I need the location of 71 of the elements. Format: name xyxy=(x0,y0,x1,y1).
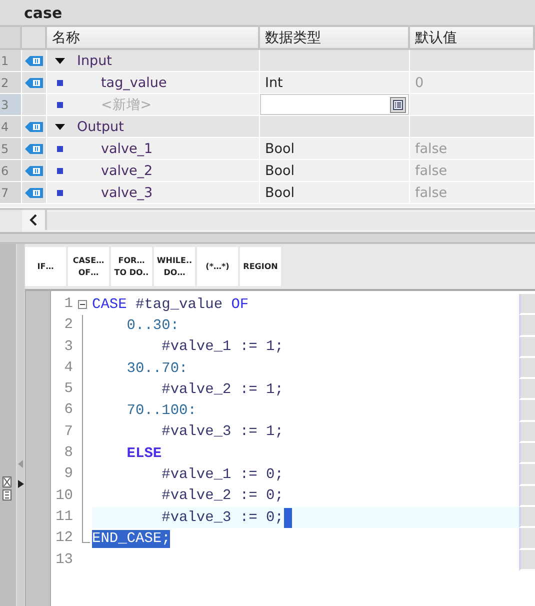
line-number: 10 xyxy=(54,486,73,506)
snippet-button[interactable]: FOR… TO DO.. xyxy=(111,247,152,286)
code-line: #valve_3 := 0; xyxy=(160,508,284,527)
text-cursor xyxy=(284,508,292,528)
code-line: #valve_1 := 0; xyxy=(160,466,284,484)
expand-toggle-icon[interactable] xyxy=(55,124,65,130)
scroll-left-button[interactable] xyxy=(22,210,47,230)
variable-name: tag_value xyxy=(101,74,167,90)
row-number: 7 xyxy=(0,182,22,203)
snippet-button[interactable]: (*…*) xyxy=(197,247,238,286)
member-icon xyxy=(57,168,63,174)
member-icon xyxy=(57,146,63,152)
snippet-button[interactable]: CASE… OF… xyxy=(68,247,109,286)
line-number: 2 xyxy=(63,316,73,336)
data-type: Int xyxy=(265,74,283,90)
snippet-button[interactable]: IF… xyxy=(25,247,66,286)
code-line: CASE #tag_value OF xyxy=(92,296,249,314)
row-number: 1 xyxy=(0,50,22,71)
line-number: 1 xyxy=(63,295,73,314)
data-type: Bool xyxy=(265,184,295,200)
list-button-icon[interactable] xyxy=(390,96,406,112)
expand-arrow-icon[interactable] xyxy=(18,480,24,488)
code-line: ELSE xyxy=(126,444,162,463)
member-icon xyxy=(57,190,63,196)
line-number: 3 xyxy=(63,338,73,357)
column-header[interactable]: 数据类型 xyxy=(260,27,410,48)
line-number: 11 xyxy=(54,508,73,527)
line-number: 4 xyxy=(63,358,73,378)
code-line: 70..100: xyxy=(126,402,196,420)
member-icon xyxy=(57,102,63,108)
group-name: Output xyxy=(77,118,124,134)
snippet-button[interactable]: WHILE.. DO… xyxy=(154,247,195,286)
line-number: 8 xyxy=(63,444,73,464)
default-value: false xyxy=(415,162,448,178)
default-value: false xyxy=(415,140,448,156)
member-icon xyxy=(57,80,63,86)
row-number: 6 xyxy=(0,160,22,181)
column-header[interactable]: 默认值 xyxy=(410,27,535,48)
panel-tool-icon[interactable] xyxy=(2,476,12,502)
variable-name: valve_1 xyxy=(101,140,153,156)
default-value: 0 xyxy=(415,74,424,90)
line-number: 13 xyxy=(54,550,73,570)
line-number: 9 xyxy=(63,465,73,484)
line-number: 6 xyxy=(63,401,73,420)
row-number: 3 xyxy=(0,94,22,115)
group-name: Input xyxy=(77,52,112,68)
collapse-icon[interactable] xyxy=(78,300,87,310)
type-input-field[interactable] xyxy=(260,94,409,115)
code-line: 0..30: xyxy=(126,316,180,335)
code-line: #valve_1 := 1; xyxy=(160,338,284,356)
line-number: 7 xyxy=(63,422,73,442)
column-header[interactable]: 名称 xyxy=(47,27,260,48)
code-line: #valve_3 := 1; xyxy=(160,423,284,442)
data-type: Bool xyxy=(265,140,295,156)
default-value: false xyxy=(415,184,448,200)
line-number: 5 xyxy=(63,380,73,400)
line-number: 12 xyxy=(54,529,73,548)
code-line: #valve_2 := 1; xyxy=(160,380,284,399)
data-type: Bool xyxy=(265,162,295,178)
row-number: 4 xyxy=(0,116,22,137)
snippet-button[interactable]: REGION xyxy=(240,247,281,286)
row-number: 2 xyxy=(0,72,22,93)
code-line: 30..70: xyxy=(126,360,188,378)
chevron-left-icon xyxy=(28,214,38,226)
code-line: #valve_2 := 0; xyxy=(160,487,284,506)
variable-name: valve_3 xyxy=(101,184,153,200)
row-number: 5 xyxy=(0,138,22,159)
expand-toggle-icon[interactable] xyxy=(55,58,65,64)
variable-name: valve_2 xyxy=(101,162,153,178)
horizontal-scrollbar[interactable] xyxy=(47,212,535,230)
block-title: case xyxy=(24,4,62,22)
